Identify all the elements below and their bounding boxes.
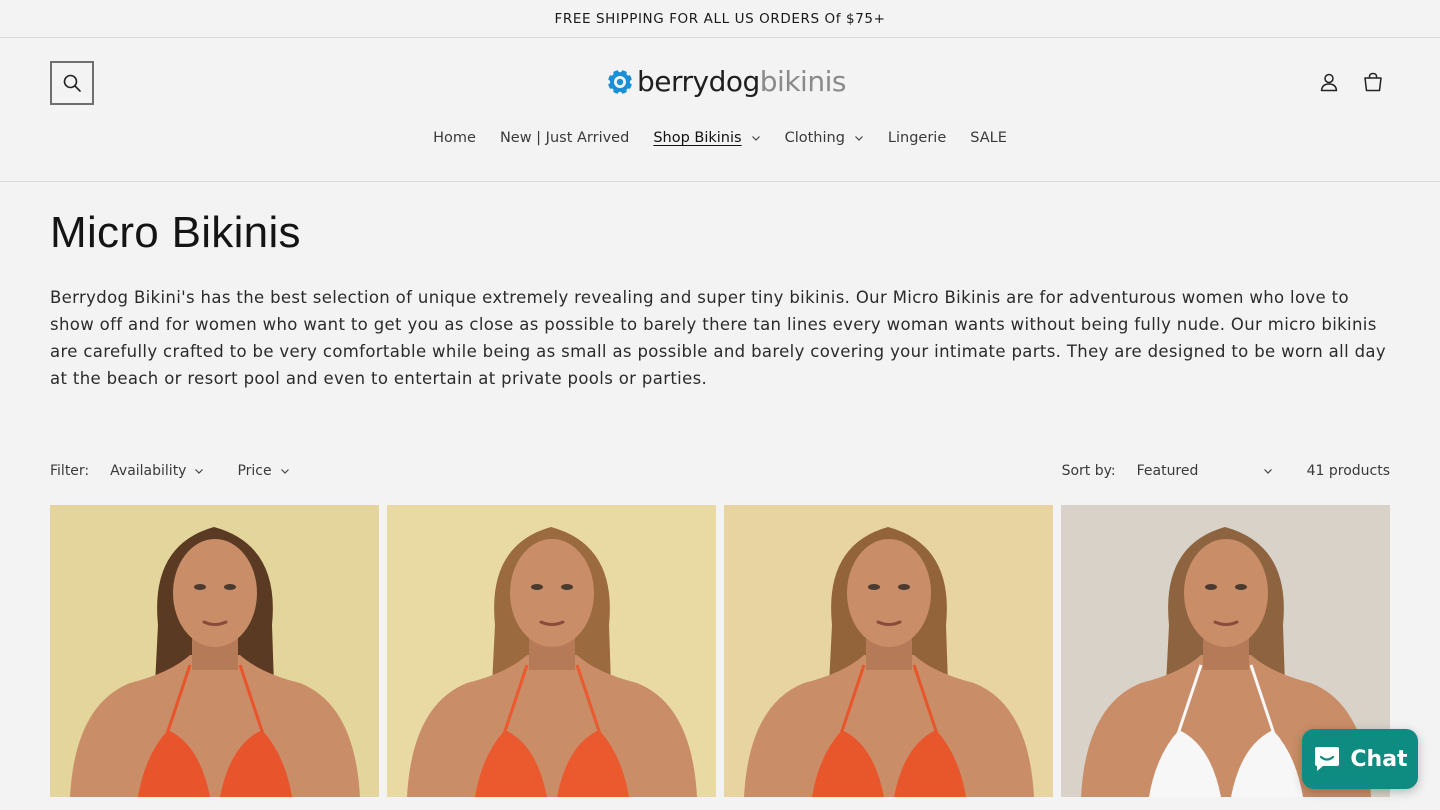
announcement-bar: FREE SHIPPING FOR ALL US ORDERS Of $75+ <box>0 0 1440 38</box>
cart-button[interactable] <box>1362 71 1384 93</box>
logo-text-secondary: bikinis <box>759 65 847 98</box>
cart-icon <box>1364 72 1382 92</box>
account-icon <box>1320 73 1338 92</box>
sort-label: Sort by: <box>1061 463 1116 479</box>
facet-label: Availability <box>110 463 187 479</box>
product-card[interactable] <box>724 505 1053 797</box>
chat-label: Chat <box>1350 746 1408 772</box>
availability-filter[interactable]: Availability <box>110 463 204 479</box>
sort-select[interactable]: Featured <box>1137 463 1273 479</box>
product-card[interactable] <box>50 505 379 797</box>
collection-main: Micro Bikinis Berrydog Bikini's has the … <box>0 208 1440 797</box>
nav-item-label: Home <box>433 130 476 146</box>
product-card[interactable] <box>387 505 716 797</box>
nav-item-label: SALE <box>970 130 1007 146</box>
page-title: Micro Bikinis <box>50 208 301 257</box>
product-grid <box>50 505 1390 797</box>
site-header: berrydogbikinis Home New | Just Arrived … <box>0 38 1440 182</box>
facet-label: Price <box>237 463 272 479</box>
account-button[interactable] <box>1318 71 1340 93</box>
filter-bar: Filter: Availability Price Sort by: Feat… <box>50 458 1390 484</box>
chevron-down-icon <box>195 469 204 474</box>
chevron-down-icon <box>280 469 289 474</box>
nav-item-home[interactable]: Home <box>433 130 476 146</box>
main-navigation: Home New | Just Arrived Shop Bikinis Clo… <box>0 130 1440 146</box>
product-image <box>387 505 716 797</box>
filter-label: Filter: <box>50 463 90 479</box>
search-icon <box>63 74 81 92</box>
product-image <box>50 505 379 797</box>
collection-description: Berrydog Bikini's has the best selection… <box>50 288 1387 388</box>
nav-item-lingerie[interactable]: Lingerie <box>888 130 946 146</box>
chat-button[interactable]: Chat <box>1302 729 1418 789</box>
nav-item-label: Lingerie <box>887 130 947 146</box>
announcement-text: FREE SHIPPING FOR ALL US ORDERS Of $75+ <box>554 10 886 27</box>
chat-bubble-icon <box>1315 747 1340 771</box>
logo-text-primary: berrydog <box>637 65 760 98</box>
chevron-down-icon <box>854 136 863 141</box>
product-image <box>724 505 1053 797</box>
nav-item-clothing[interactable]: Clothing <box>785 130 864 146</box>
nav-item-label: Clothing <box>784 130 845 146</box>
chevron-down-icon <box>1263 469 1272 474</box>
chevron-down-icon <box>751 136 760 141</box>
site-logo[interactable]: berrydogbikinis <box>605 64 846 100</box>
nav-item-label: Shop Bikinis <box>653 130 742 146</box>
nav-item-shop-bikinis[interactable]: Shop Bikinis <box>653 130 760 146</box>
nav-item-label: New | Just Arrived <box>499 130 630 146</box>
product-count: 41 products <box>1306 463 1390 479</box>
sort-value: Featured <box>1136 463 1199 479</box>
nav-item-new-arrivals[interactable]: New | Just Arrived <box>500 130 629 146</box>
logo-flower-icon <box>605 67 635 97</box>
search-button[interactable] <box>50 61 94 105</box>
price-filter[interactable]: Price <box>237 463 289 479</box>
nav-item-sale[interactable]: SALE <box>970 130 1007 146</box>
